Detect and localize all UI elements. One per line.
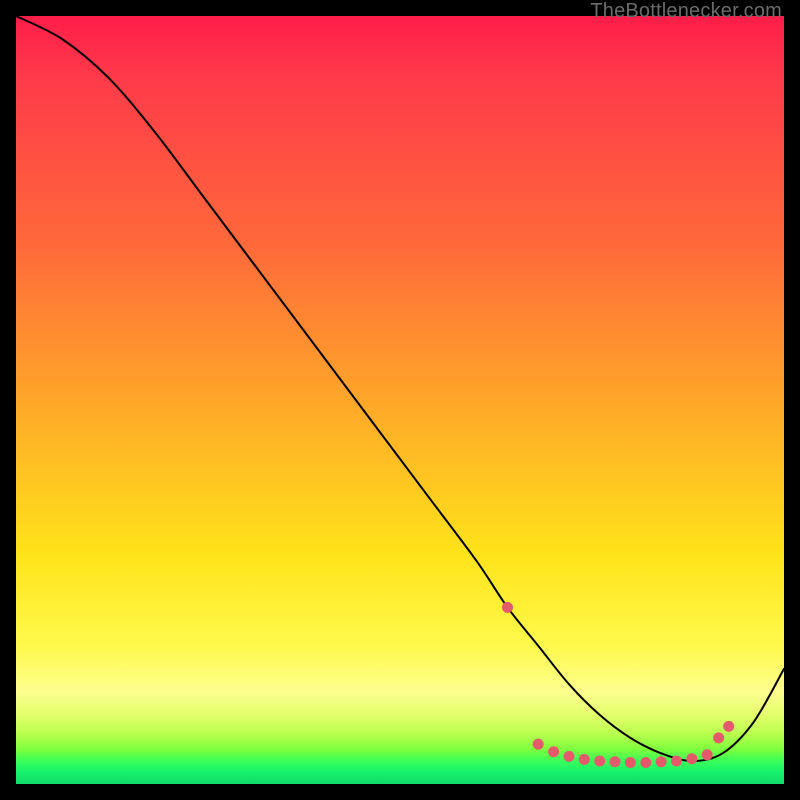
- chart-marker: [594, 756, 605, 767]
- chart-markers: [502, 602, 734, 768]
- chart-marker: [502, 602, 513, 613]
- chart-svg: [16, 16, 784, 784]
- chart-marker: [702, 749, 713, 760]
- watermark-text: TheBottlenecker.com: [590, 0, 782, 23]
- chart-marker: [548, 746, 559, 757]
- chart-marker: [671, 756, 682, 767]
- chart-marker: [656, 756, 667, 767]
- chart-curve: [16, 16, 784, 761]
- chart-marker: [579, 754, 590, 765]
- chart-marker: [686, 753, 697, 764]
- chart-marker: [533, 739, 544, 750]
- chart-marker: [713, 732, 724, 743]
- chart-marker: [625, 757, 636, 768]
- chart-frame: TheBottlenecker.com: [0, 0, 800, 800]
- chart-marker: [640, 757, 651, 768]
- chart-plot-area: [16, 16, 784, 784]
- chart-marker: [723, 721, 734, 732]
- chart-marker: [610, 756, 621, 767]
- chart-marker: [564, 751, 575, 762]
